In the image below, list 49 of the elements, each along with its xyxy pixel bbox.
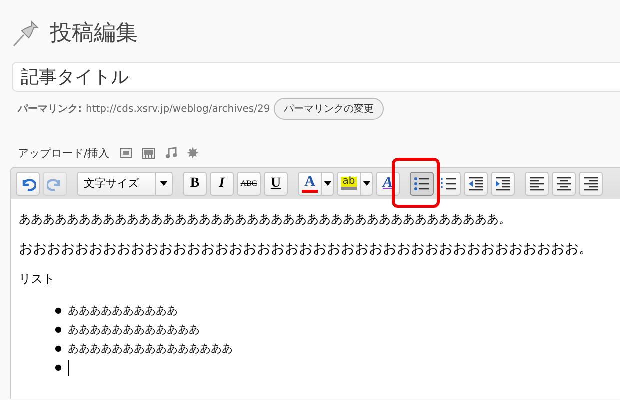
- text-color-dropdown[interactable]: [322, 172, 334, 196]
- music-note-icon[interactable]: [164, 147, 177, 159]
- bullets-button[interactable]: [410, 172, 434, 196]
- image-icon[interactable]: [120, 148, 132, 158]
- strikethrough-button[interactable]: ABC: [237, 172, 261, 196]
- bulleted-list-icon: [414, 176, 430, 190]
- italic-button[interactable]: I: [210, 172, 234, 196]
- highlight-dropdown[interactable]: [361, 172, 373, 196]
- indent-button[interactable]: [491, 172, 515, 196]
- undo-button[interactable]: [16, 172, 40, 196]
- text-color-button[interactable]: A: [298, 172, 322, 196]
- alignleft-button[interactable]: [525, 172, 549, 196]
- editor-paragraph: リスト: [19, 271, 56, 287]
- list-item: ああああああああああああ: [68, 322, 200, 338]
- numbered-list-icon: [441, 176, 457, 190]
- permalink-label: パーマリンク:: [18, 103, 82, 116]
- permalink-url: http://cds.xsrv.jp/weblog/archives/29: [86, 104, 270, 114]
- film-icon[interactable]: [142, 148, 155, 158]
- editor-paragraph: おおおおおおおおおおおおおおおおおおおおおおおおおおおおおおおおおおおおおおおお。: [19, 241, 594, 257]
- indent-icon: [495, 176, 511, 190]
- alignright-button[interactable]: [579, 172, 603, 196]
- caret-icon: [362, 181, 370, 186]
- outdent-button[interactable]: [464, 172, 488, 196]
- list-item: あああああああああああああああ: [68, 341, 233, 357]
- bullet: ●: [55, 362, 62, 374]
- align-center-icon: [556, 176, 572, 190]
- caret-icon: [324, 181, 332, 186]
- page-title: 投稿編集: [50, 20, 138, 48]
- caret-icon: [160, 181, 168, 186]
- font-size-select[interactable]: 文字サイズ: [77, 172, 173, 196]
- highlight-frame: [392, 158, 440, 208]
- editor-paragraph: ああああああああああああああああああああああああああああああああああああああああ。: [19, 211, 512, 227]
- upload-insert-label: アップロード/挿入: [18, 146, 110, 160]
- align-right-icon: [583, 176, 599, 190]
- bullet: ●: [55, 305, 62, 317]
- outdent-icon: [468, 176, 484, 190]
- editor-area[interactable]: ああああああああああああああああああああああああああああああああああああああああ。 おおおおおおおおおおおおおおおおおおおおおおおおおおおおおおおおおおおおおおおお。 リスト ● ああああああああああ ● ああああああああああああ ● あああああああああああああああ ●: [10, 199, 620, 399]
- pushpin-icon: [12, 18, 42, 48]
- change-permalink-button[interactable]: パーマリンクの変更: [274, 98, 384, 120]
- text-cursor: [68, 360, 69, 376]
- bold-button[interactable]: B: [183, 172, 207, 196]
- aligncenter-button[interactable]: [552, 172, 576, 196]
- underline-button[interactable]: U: [264, 172, 288, 196]
- list-item: ああああああああああ: [68, 303, 178, 319]
- post-title-field[interactable]: 記事タイトル: [12, 62, 620, 92]
- align-left-icon: [529, 176, 545, 190]
- bullet: ●: [55, 343, 62, 355]
- highlight-button[interactable]: ab: [337, 172, 361, 196]
- bullet: ●: [55, 324, 62, 336]
